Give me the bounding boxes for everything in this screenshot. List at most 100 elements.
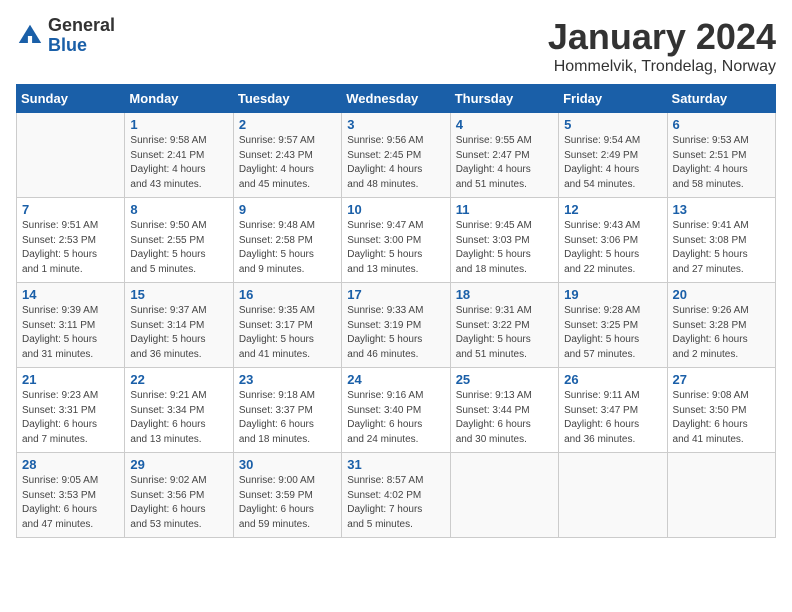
logo: General Blue (16, 16, 115, 56)
calendar-cell: 27 Sunrise: 9:08 AM Sunset: 3:50 PM Dayl… (667, 368, 775, 453)
calendar-cell: 17 Sunrise: 9:33 AM Sunset: 3:19 PM Dayl… (342, 283, 450, 368)
calendar-cell: 28 Sunrise: 9:05 AM Sunset: 3:53 PM Dayl… (17, 453, 125, 538)
day-info: Sunrise: 9:53 AM Sunset: 2:51 PM Dayligh… (673, 134, 770, 192)
calendar-week-row: 1 Sunrise: 9:58 AM Sunset: 2:41 PM Dayli… (17, 113, 776, 198)
day-number: 25 (456, 372, 553, 387)
calendar-cell (17, 113, 125, 198)
day-info: Sunrise: 9:08 AM Sunset: 3:50 PM Dayligh… (673, 389, 770, 447)
day-info: Sunrise: 9:58 AM Sunset: 2:41 PM Dayligh… (130, 134, 227, 192)
day-number: 12 (564, 202, 661, 217)
calendar-title: January 2024 (548, 16, 776, 58)
day-number: 31 (347, 457, 444, 472)
day-number: 9 (239, 202, 336, 217)
day-info: Sunrise: 9:47 AM Sunset: 3:00 PM Dayligh… (347, 219, 444, 277)
day-info: Sunrise: 9:50 AM Sunset: 2:55 PM Dayligh… (130, 219, 227, 277)
calendar-cell: 15 Sunrise: 9:37 AM Sunset: 3:14 PM Dayl… (125, 283, 233, 368)
weekday-header: Sunday (17, 85, 125, 113)
calendar-cell: 18 Sunrise: 9:31 AM Sunset: 3:22 PM Dayl… (450, 283, 558, 368)
calendar-cell: 30 Sunrise: 9:00 AM Sunset: 3:59 PM Dayl… (233, 453, 341, 538)
day-info: Sunrise: 9:23 AM Sunset: 3:31 PM Dayligh… (22, 389, 119, 447)
day-info: Sunrise: 9:57 AM Sunset: 2:43 PM Dayligh… (239, 134, 336, 192)
day-number: 21 (22, 372, 119, 387)
calendar-cell: 7 Sunrise: 9:51 AM Sunset: 2:53 PM Dayli… (17, 198, 125, 283)
calendar-cell: 14 Sunrise: 9:39 AM Sunset: 3:11 PM Dayl… (17, 283, 125, 368)
calendar-cell: 31 Sunrise: 8:57 AM Sunset: 4:02 PM Dayl… (342, 453, 450, 538)
day-number: 6 (673, 117, 770, 132)
calendar-cell: 13 Sunrise: 9:41 AM Sunset: 3:08 PM Dayl… (667, 198, 775, 283)
day-info: Sunrise: 9:43 AM Sunset: 3:06 PM Dayligh… (564, 219, 661, 277)
day-info: Sunrise: 9:21 AM Sunset: 3:34 PM Dayligh… (130, 389, 227, 447)
calendar-cell: 8 Sunrise: 9:50 AM Sunset: 2:55 PM Dayli… (125, 198, 233, 283)
day-info: Sunrise: 9:39 AM Sunset: 3:11 PM Dayligh… (22, 304, 119, 362)
day-number: 7 (22, 202, 119, 217)
day-number: 11 (456, 202, 553, 217)
logo-general-text: General (48, 16, 115, 36)
day-info: Sunrise: 9:31 AM Sunset: 3:22 PM Dayligh… (456, 304, 553, 362)
weekday-header: Thursday (450, 85, 558, 113)
day-number: 30 (239, 457, 336, 472)
day-number: 23 (239, 372, 336, 387)
logo-text: General Blue (48, 16, 115, 56)
day-number: 29 (130, 457, 227, 472)
weekday-header: Tuesday (233, 85, 341, 113)
day-number: 16 (239, 287, 336, 302)
day-number: 14 (22, 287, 119, 302)
calendar-cell: 2 Sunrise: 9:57 AM Sunset: 2:43 PM Dayli… (233, 113, 341, 198)
day-number: 18 (456, 287, 553, 302)
day-info: Sunrise: 9:00 AM Sunset: 3:59 PM Dayligh… (239, 474, 336, 532)
day-info: Sunrise: 9:28 AM Sunset: 3:25 PM Dayligh… (564, 304, 661, 362)
calendar-cell: 19 Sunrise: 9:28 AM Sunset: 3:25 PM Dayl… (559, 283, 667, 368)
day-number: 28 (22, 457, 119, 472)
calendar-cell: 5 Sunrise: 9:54 AM Sunset: 2:49 PM Dayli… (559, 113, 667, 198)
day-info: Sunrise: 9:48 AM Sunset: 2:58 PM Dayligh… (239, 219, 336, 277)
day-number: 17 (347, 287, 444, 302)
calendar-cell: 11 Sunrise: 9:45 AM Sunset: 3:03 PM Dayl… (450, 198, 558, 283)
day-number: 15 (130, 287, 227, 302)
calendar-week-row: 7 Sunrise: 9:51 AM Sunset: 2:53 PM Dayli… (17, 198, 776, 283)
calendar-cell: 20 Sunrise: 9:26 AM Sunset: 3:28 PM Dayl… (667, 283, 775, 368)
day-info: Sunrise: 9:26 AM Sunset: 3:28 PM Dayligh… (673, 304, 770, 362)
day-info: Sunrise: 8:57 AM Sunset: 4:02 PM Dayligh… (347, 474, 444, 532)
calendar-cell: 25 Sunrise: 9:13 AM Sunset: 3:44 PM Dayl… (450, 368, 558, 453)
weekday-header-row: SundayMondayTuesdayWednesdayThursdayFrid… (17, 85, 776, 113)
day-number: 8 (130, 202, 227, 217)
day-number: 13 (673, 202, 770, 217)
weekday-header: Friday (559, 85, 667, 113)
day-number: 27 (673, 372, 770, 387)
day-info: Sunrise: 9:33 AM Sunset: 3:19 PM Dayligh… (347, 304, 444, 362)
day-info: Sunrise: 9:02 AM Sunset: 3:56 PM Dayligh… (130, 474, 227, 532)
day-number: 2 (239, 117, 336, 132)
calendar-week-row: 28 Sunrise: 9:05 AM Sunset: 3:53 PM Dayl… (17, 453, 776, 538)
title-area: January 2024 Hommelvik, Trondelag, Norwa… (548, 16, 776, 76)
day-number: 22 (130, 372, 227, 387)
calendar-cell: 6 Sunrise: 9:53 AM Sunset: 2:51 PM Dayli… (667, 113, 775, 198)
calendar-cell: 12 Sunrise: 9:43 AM Sunset: 3:06 PM Dayl… (559, 198, 667, 283)
calendar-subtitle: Hommelvik, Trondelag, Norway (548, 58, 776, 76)
calendar-week-row: 21 Sunrise: 9:23 AM Sunset: 3:31 PM Dayl… (17, 368, 776, 453)
day-number: 5 (564, 117, 661, 132)
day-number: 3 (347, 117, 444, 132)
calendar-cell: 26 Sunrise: 9:11 AM Sunset: 3:47 PM Dayl… (559, 368, 667, 453)
weekday-header: Saturday (667, 85, 775, 113)
calendar-cell: 29 Sunrise: 9:02 AM Sunset: 3:56 PM Dayl… (125, 453, 233, 538)
day-number: 10 (347, 202, 444, 217)
logo-icon (16, 22, 44, 50)
calendar-cell: 16 Sunrise: 9:35 AM Sunset: 3:17 PM Dayl… (233, 283, 341, 368)
calendar-cell (450, 453, 558, 538)
day-info: Sunrise: 9:45 AM Sunset: 3:03 PM Dayligh… (456, 219, 553, 277)
calendar-cell: 24 Sunrise: 9:16 AM Sunset: 3:40 PM Dayl… (342, 368, 450, 453)
page-header: General Blue January 2024 Hommelvik, Tro… (16, 16, 776, 76)
calendar-cell: 21 Sunrise: 9:23 AM Sunset: 3:31 PM Dayl… (17, 368, 125, 453)
calendar-cell: 4 Sunrise: 9:55 AM Sunset: 2:47 PM Dayli… (450, 113, 558, 198)
calendar-cell: 22 Sunrise: 9:21 AM Sunset: 3:34 PM Dayl… (125, 368, 233, 453)
day-number: 24 (347, 372, 444, 387)
calendar-cell (559, 453, 667, 538)
day-number: 1 (130, 117, 227, 132)
weekday-header: Monday (125, 85, 233, 113)
day-info: Sunrise: 9:05 AM Sunset: 3:53 PM Dayligh… (22, 474, 119, 532)
calendar-cell: 9 Sunrise: 9:48 AM Sunset: 2:58 PM Dayli… (233, 198, 341, 283)
calendar-cell: 1 Sunrise: 9:58 AM Sunset: 2:41 PM Dayli… (125, 113, 233, 198)
day-info: Sunrise: 9:13 AM Sunset: 3:44 PM Dayligh… (456, 389, 553, 447)
day-number: 20 (673, 287, 770, 302)
day-info: Sunrise: 9:35 AM Sunset: 3:17 PM Dayligh… (239, 304, 336, 362)
